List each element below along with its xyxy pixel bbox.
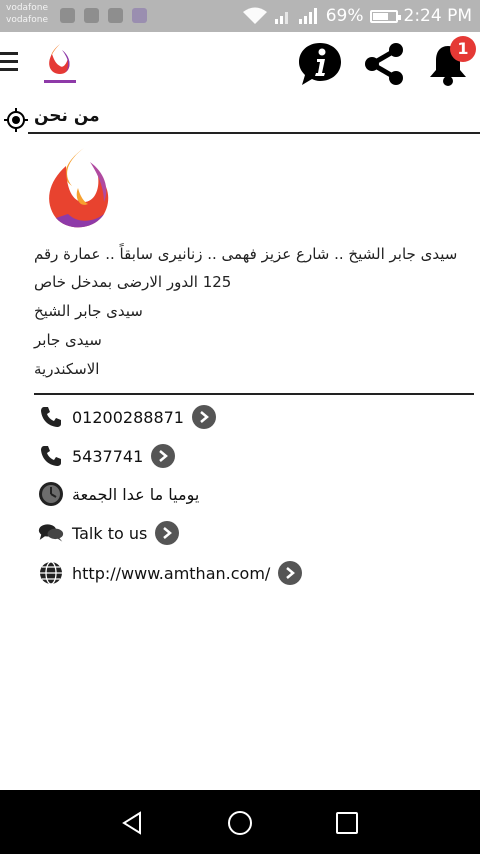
page-title: من نحن bbox=[34, 106, 100, 126]
share-icon[interactable] bbox=[360, 40, 408, 92]
chat-row[interactable]: Talk to us bbox=[38, 518, 180, 548]
chevron-right-icon[interactable] bbox=[155, 521, 180, 545]
website-link[interactable]: http://www.amthan.com/ bbox=[72, 564, 270, 583]
company-logo bbox=[38, 144, 118, 234]
chat-icon bbox=[38, 520, 64, 546]
chevron-right-icon[interactable] bbox=[278, 561, 303, 585]
address-line: الاسكندرية bbox=[34, 360, 100, 378]
address-line: سيدى جابر bbox=[34, 331, 102, 349]
home-icon[interactable] bbox=[227, 810, 253, 840]
address-text: سيدى جابر الشيخ .. شارع عزيز فهمى .. زنا… bbox=[34, 245, 458, 291]
phone-icon bbox=[38, 443, 64, 469]
target-icon bbox=[4, 108, 28, 136]
system-nav-bar bbox=[0, 790, 480, 854]
globe-icon bbox=[38, 560, 64, 586]
info-icon[interactable] bbox=[296, 40, 344, 92]
app-header: 1 bbox=[0, 32, 480, 100]
working-hours: يوميا ما عدا الجمعة bbox=[72, 484, 200, 504]
viber-notification-icon bbox=[108, 8, 123, 23]
viber-notification-icon bbox=[84, 8, 99, 23]
status-bar: vodafone vodafone 69% 2:24 PM bbox=[0, 0, 480, 32]
signal-icon bbox=[274, 8, 292, 24]
gallery-notification-icon bbox=[60, 8, 75, 23]
address-line: سيدى جابر الشيخ bbox=[34, 302, 143, 320]
carrier-label: vodafone bbox=[6, 15, 48, 25]
divider bbox=[28, 132, 480, 134]
notification-badge: 1 bbox=[450, 36, 476, 62]
recents-icon[interactable] bbox=[335, 811, 359, 839]
carrier-label: vodafone bbox=[6, 3, 48, 13]
clock-icon bbox=[38, 481, 64, 507]
back-icon[interactable] bbox=[120, 810, 146, 840]
phone-row[interactable]: 5437741 bbox=[38, 441, 176, 471]
battery-icon bbox=[369, 9, 401, 23]
about-section-header: من نحن bbox=[0, 102, 480, 136]
phone-number[interactable]: 01200288871 bbox=[72, 408, 184, 427]
chevron-right-icon[interactable] bbox=[151, 444, 176, 468]
hours-row: يوميا ما عدا الجمعة bbox=[38, 479, 199, 509]
phone-row[interactable]: 01200288871 bbox=[38, 402, 216, 432]
phone-icon bbox=[38, 404, 64, 430]
wifi-icon bbox=[242, 7, 268, 25]
battery-percent: 69% bbox=[325, 6, 364, 26]
signal-icon bbox=[298, 8, 320, 24]
phone-number[interactable]: 5437741 bbox=[72, 447, 143, 466]
chevron-right-icon[interactable] bbox=[191, 405, 216, 429]
clock-time: 2:24 PM bbox=[403, 6, 473, 26]
app-logo[interactable] bbox=[40, 40, 80, 90]
divider bbox=[34, 393, 474, 395]
app-notification-icon bbox=[132, 8, 147, 23]
talk-to-us-link[interactable]: Talk to us bbox=[72, 524, 147, 543]
hamburger-icon[interactable] bbox=[0, 52, 18, 76]
website-row[interactable]: http://www.amthan.com/ bbox=[38, 558, 303, 588]
